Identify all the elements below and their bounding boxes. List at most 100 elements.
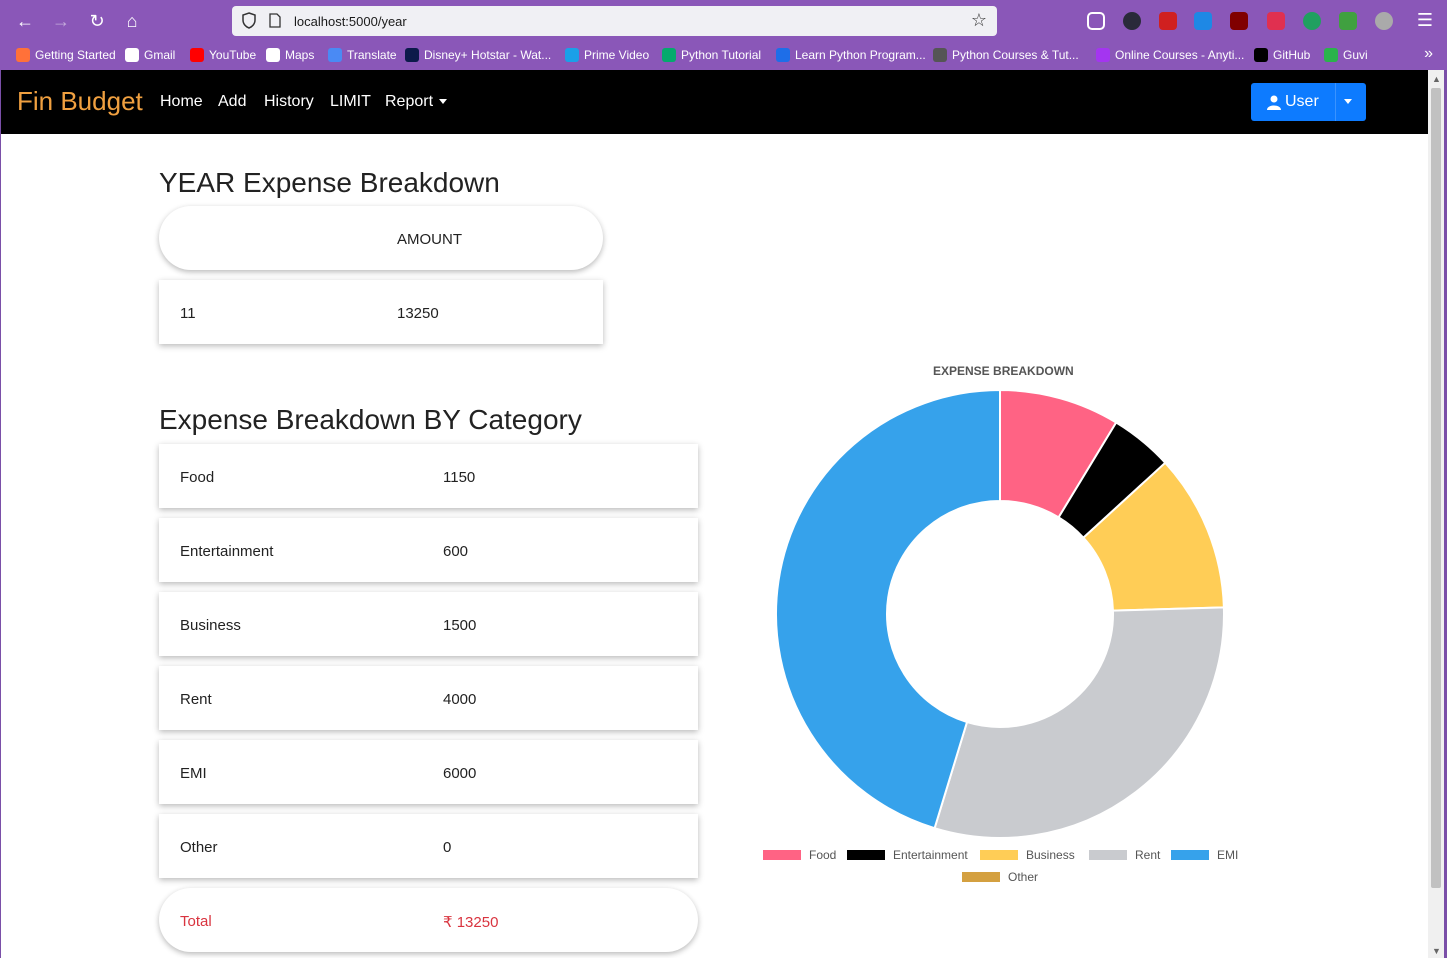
- category-row: Entertainment 600: [159, 518, 698, 582]
- pocket-icon[interactable]: [1087, 12, 1105, 30]
- legend-label: Food: [809, 848, 837, 862]
- legend-item[interactable]: Food: [763, 848, 836, 862]
- navbar: Fin Budget Home Add History LIMIT Report…: [1, 70, 1428, 134]
- bookmark-item[interactable]: Disney+ Hotstar - Wat...: [405, 48, 551, 62]
- extension-icon[interactable]: [1375, 12, 1393, 30]
- legend-item[interactable]: Rent: [1089, 848, 1160, 862]
- more-bookmarks-icon[interactable]: »: [1424, 45, 1433, 63]
- shield-icon: [242, 12, 256, 29]
- legend-item[interactable]: Other: [962, 870, 1038, 884]
- bookmark-label: YouTube: [209, 48, 257, 62]
- favicon-icon: [1324, 48, 1338, 62]
- bookmark-item[interactable]: Gmail: [125, 48, 175, 62]
- extension-icon[interactable]: [1267, 12, 1285, 30]
- legend-swatch: [1089, 850, 1127, 860]
- category-amount: 0: [443, 839, 452, 856]
- vertical-scrollbar[interactable]: ▲ ▼: [1428, 70, 1444, 958]
- category-section-title: Expense Breakdown BY Category: [159, 404, 582, 435]
- ublock-icon[interactable]: [1230, 12, 1248, 30]
- bookmark-item[interactable]: YouTube: [190, 48, 256, 62]
- forward-icon[interactable]: →: [48, 8, 74, 34]
- bookmark-item[interactable]: Learn Python Program...: [776, 48, 926, 62]
- year-table-row: 11 13250: [159, 280, 603, 344]
- legend-label: Other: [1008, 870, 1039, 884]
- chart-title: EXPENSE BREAKDOWN: [933, 364, 1074, 378]
- extension-icon[interactable]: [1303, 12, 1321, 30]
- bookmark-item[interactable]: GitHub: [1254, 48, 1310, 62]
- bookmark-item[interactable]: Python Tutorial: [662, 48, 761, 62]
- address-bar[interactable]: localhost:5000/year ☆: [232, 6, 997, 36]
- favicon-icon: [1254, 48, 1268, 62]
- extension-icon[interactable]: [1339, 12, 1357, 30]
- extension-icon[interactable]: [1159, 12, 1177, 30]
- favicon-icon: [405, 48, 419, 62]
- category-amount: 1500: [443, 617, 477, 634]
- legend-label: Business: [1026, 848, 1075, 862]
- nav-history[interactable]: History: [264, 93, 314, 111]
- total-row: Total ₹ 13250: [159, 888, 698, 952]
- bookmark-item[interactable]: Prime Video: [565, 48, 649, 62]
- bookmark-label: Learn Python Program...: [795, 48, 926, 62]
- year-row-amount: 13250: [397, 305, 439, 322]
- category-amount: 4000: [443, 691, 477, 708]
- favicon-icon: [776, 48, 790, 62]
- bookmark-item[interactable]: Translate: [328, 48, 397, 62]
- hamburger-menu-icon[interactable]: ☰: [1417, 10, 1433, 31]
- category-name: Other: [180, 839, 218, 856]
- category-row: Other 0: [159, 814, 698, 878]
- bookmark-star-icon[interactable]: ☆: [971, 10, 987, 31]
- donut-slice-rent[interactable]: [933, 606, 1225, 839]
- legend-swatch: [980, 850, 1018, 860]
- bookmark-item[interactable]: Maps: [266, 48, 314, 62]
- category-row: Rent 4000: [159, 666, 698, 730]
- category-row: Food 1150: [159, 444, 698, 508]
- legend-item[interactable]: EMI: [1171, 848, 1238, 862]
- extension-icon[interactable]: [1123, 12, 1141, 30]
- bookmark-item[interactable]: Guvi: [1324, 48, 1368, 62]
- category-name: Entertainment: [180, 543, 274, 560]
- bookmark-label: Maps: [285, 48, 315, 62]
- nav-add[interactable]: Add: [218, 93, 246, 111]
- legend-swatch: [763, 850, 801, 860]
- bookmark-label: Python Tutorial: [681, 48, 762, 62]
- favicon-icon: [125, 48, 139, 62]
- home-icon[interactable]: ⌂: [119, 8, 145, 34]
- legend-swatch: [962, 872, 1000, 882]
- brand-logo[interactable]: Fin Budget: [17, 86, 143, 117]
- category-amount: 1150: [443, 469, 476, 486]
- favicon-icon: [16, 48, 30, 62]
- bookmark-label: Disney+ Hotstar - Wat...: [424, 48, 552, 62]
- total-amount: ₹ 13250: [443, 914, 499, 931]
- legend-item[interactable]: Entertainment: [847, 848, 968, 862]
- back-icon[interactable]: ←: [12, 8, 38, 34]
- scrollbar-thumb[interactable]: [1431, 88, 1441, 888]
- legend-label: Entertainment: [893, 848, 968, 862]
- bookmark-label: Guvi: [1343, 48, 1368, 62]
- url-text: localhost:5000/year: [294, 14, 407, 29]
- bookmark-label: Getting Started: [35, 48, 116, 62]
- bookmarks-bar: Getting Started Gmail YouTube Maps Translate…: [0, 42, 1447, 70]
- bookmark-item[interactable]: Online Courses - Anyti...: [1096, 48, 1244, 62]
- nav-limit[interactable]: LIMIT: [330, 93, 371, 111]
- legend-swatch: [1171, 850, 1209, 860]
- page-viewport: Fin Budget Home Add History LIMIT Report…: [1, 70, 1428, 958]
- category-name: Business: [180, 617, 241, 634]
- bookmark-item[interactable]: Python Courses & Tut...: [933, 48, 1079, 62]
- expense-donut-chart: [775, 388, 1225, 839]
- scroll-up-icon[interactable]: ▲: [1432, 74, 1441, 84]
- category-amount: 6000: [443, 765, 477, 782]
- extension-icon[interactable]: [1194, 12, 1212, 30]
- bookmark-item[interactable]: Getting Started: [16, 48, 116, 62]
- nav-report-label: Report: [385, 93, 434, 110]
- nav-report-dropdown[interactable]: Report: [385, 93, 448, 111]
- nav-home[interactable]: Home: [160, 93, 203, 111]
- bookmark-label: Translate: [347, 48, 397, 62]
- total-label: Total: [180, 913, 212, 930]
- user-button[interactable]: User: [1251, 83, 1366, 121]
- caret-down-icon[interactable]: [1344, 99, 1352, 104]
- legend-item[interactable]: Business: [980, 848, 1075, 862]
- scroll-down-icon[interactable]: ▼: [1432, 946, 1441, 956]
- legend-swatch: [847, 850, 885, 860]
- category-row: EMI 6000: [159, 740, 698, 804]
- reload-icon[interactable]: ↻: [84, 8, 110, 34]
